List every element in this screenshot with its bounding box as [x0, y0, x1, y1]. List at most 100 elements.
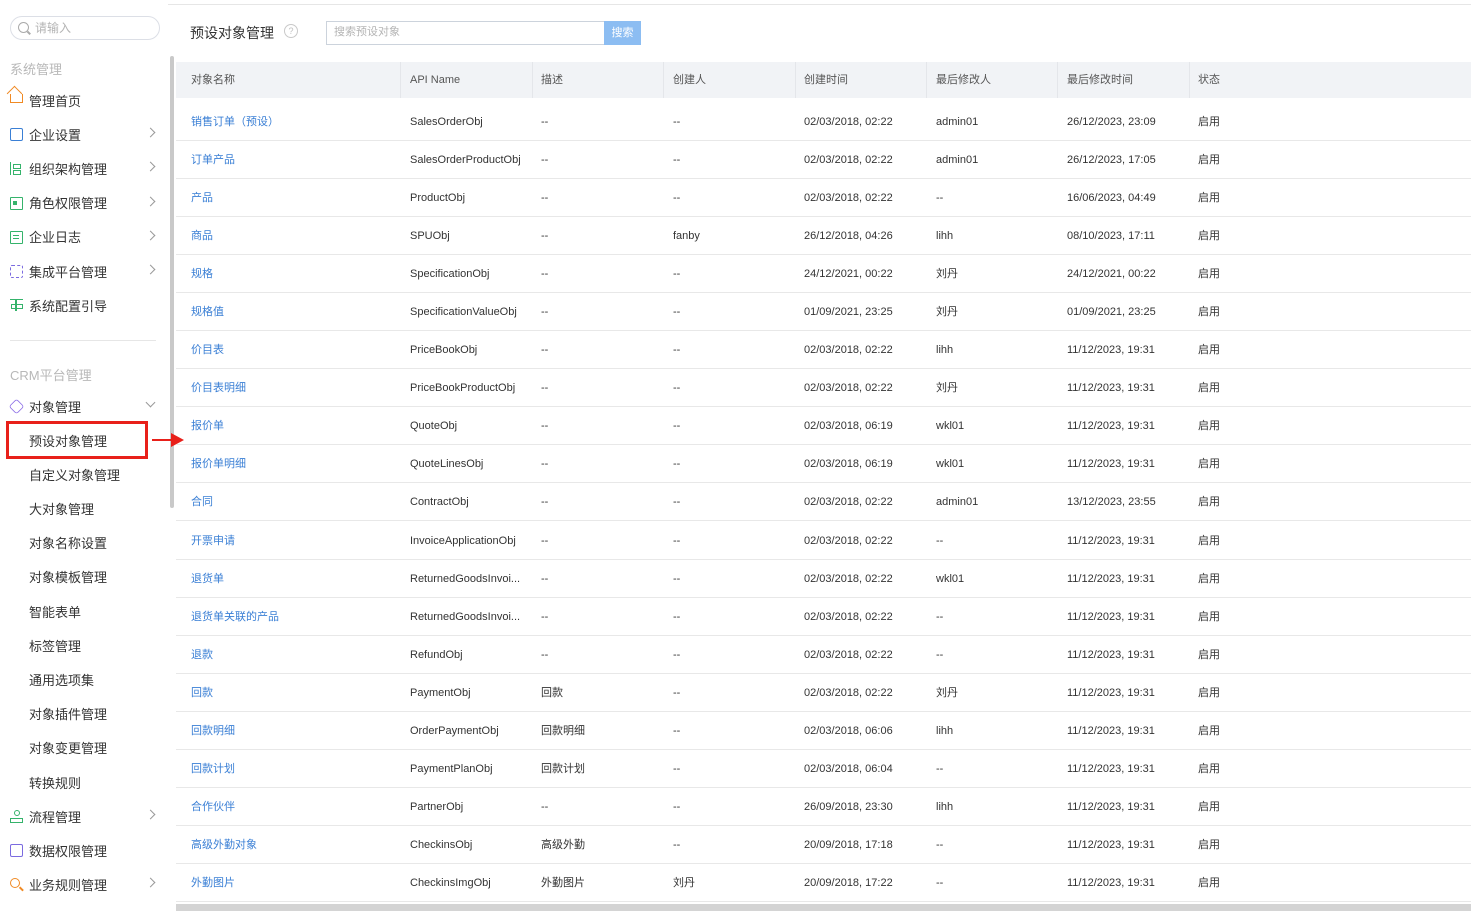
table-cell: 11/12/2023, 19:31 — [1067, 458, 1155, 470]
table-row[interactable]: 回款明细 OrderPaymentObj 回款明细 -- 02/03/2018, 06:… — [176, 712, 1471, 750]
object-name-link[interactable]: 合作伙伴 — [191, 788, 235, 826]
sidebar-subitem[interactable]: 通用选项集 — [0, 666, 168, 692]
table-cell: -- — [673, 344, 681, 356]
table-cell: 02/03/2018, 02:22 — [804, 649, 893, 661]
sidebar-subitem[interactable]: 大对象管理 — [0, 495, 168, 521]
sidebar-search-input[interactable] — [35, 20, 155, 36]
sidebar-item[interactable]: 管理首页 — [0, 87, 168, 113]
table-row[interactable]: 订单产品 SalesOrderProductObj -- -- 02/03/2018, … — [176, 141, 1471, 179]
column-header[interactable]: 创建人 — [664, 62, 796, 98]
table-cell: 启用 — [1198, 839, 1220, 851]
sidebar-search[interactable] — [10, 16, 160, 40]
table-row[interactable]: 退货单 ReturnedGoodsInvoi... -- -- 02/03/2018, … — [176, 560, 1471, 598]
table-row[interactable]: 回款计划 PaymentPlanObj 回款计划 -- 02/03/2018, 06:0… — [176, 750, 1471, 788]
sidebar-subitem[interactable]: 对象名称设置 — [0, 530, 168, 556]
sidebar-subitem[interactable]: 智能表单 — [0, 598, 168, 624]
object-name-link[interactable]: 产品 — [191, 179, 213, 217]
table-row[interactable]: 报价单明细 QuoteLinesObj -- -- 02/03/2018, 06:19 w… — [176, 445, 1471, 483]
sidebar-item[interactable]: 企业日志 — [0, 224, 168, 250]
object-name-link[interactable]: 退货单 — [191, 560, 224, 598]
horizontal-scrollbar[interactable] — [176, 904, 1471, 911]
table-cell: 启用 — [1198, 763, 1220, 775]
table-row[interactable]: 报价单 QuoteObj -- -- 02/03/2018, 06:19 wkl01 11/… — [176, 407, 1471, 445]
object-name-link[interactable]: 退款 — [191, 636, 213, 674]
object-name-link[interactable]: 规格 — [191, 255, 213, 293]
table-row[interactable]: 回款 PaymentObj 回款 -- 02/03/2018, 02:22 刘丹 11/12… — [176, 674, 1471, 712]
object-name-link[interactable]: 高级外勤对象 — [191, 826, 257, 864]
table-row[interactable]: 规格 SpecificationObj -- -- 24/12/2021, 00:22 刘… — [176, 255, 1471, 293]
chevron-right-icon — [145, 230, 156, 241]
table-cell: 刘丹 — [673, 877, 695, 889]
table-cell: 11/12/2023, 19:31 — [1067, 573, 1155, 585]
sidebar-item[interactable]: 角色权限管理 — [0, 190, 168, 216]
table-row[interactable]: 合作伙伴 PartnerObj -- -- 26/09/2018, 23:30 lihh 1… — [176, 788, 1471, 826]
org-tree-icon — [10, 162, 23, 176]
table-row[interactable]: 产品 ProductObj -- -- 02/03/2018, 02:22 -- 16/06… — [176, 179, 1471, 217]
object-name-link[interactable]: 商品 — [191, 217, 213, 255]
sidebar-item-object-management[interactable]: 对象管理 — [0, 393, 168, 419]
table-cell: 刘丹 — [936, 382, 958, 394]
chevron-down-icon — [145, 397, 156, 408]
table-row[interactable]: 合同 ContractObj -- -- 02/03/2018, 02:22 admin0… — [176, 483, 1471, 521]
object-name-link[interactable]: 报价单 — [191, 407, 224, 445]
sidebar-item[interactable]: 系统配置引导 — [0, 292, 168, 318]
column-header[interactable]: 状态 — [1190, 62, 1236, 98]
table-cell: 11/12/2023, 19:31 — [1067, 611, 1155, 623]
sidebar-item[interactable]: 流程管理 — [0, 803, 168, 829]
help-icon[interactable]: ? — [284, 24, 298, 38]
table-cell: -- — [673, 573, 681, 585]
sidebar-subitem[interactable]: 对象插件管理 — [0, 701, 168, 727]
table-cell: -- — [673, 192, 681, 204]
object-search-field[interactable] — [326, 21, 605, 45]
object-name-link[interactable]: 价目表 — [191, 331, 224, 369]
column-header[interactable]: 最后修改时间 — [1058, 62, 1190, 98]
table-cell: lihh — [936, 344, 954, 356]
column-header[interactable]: 最后修改人 — [927, 62, 1058, 98]
object-name-link[interactable]: 开票申请 — [191, 522, 235, 560]
sidebar-item[interactable]: 企业设置 — [0, 121, 168, 147]
object-name-link[interactable]: 合同 — [191, 483, 213, 521]
table-row[interactable]: 高级外勤对象 CheckinsObj 高级外勤 -- 20/09/2018, 17:18… — [176, 826, 1471, 864]
sidebar-item[interactable]: 数据权限管理 — [0, 837, 168, 863]
object-name-link[interactable]: 回款 — [191, 674, 213, 712]
table-row[interactable]: 商品 SPUObj -- fanby 26/12/2018, 04:26 lihh 08/1… — [176, 217, 1471, 255]
table-row[interactable]: 规格值 SpecificationValueObj -- -- 01/09/2021, … — [176, 293, 1471, 331]
sidebar-item[interactable]: 集成平台管理 — [0, 258, 168, 284]
search-button[interactable]: 搜索 — [604, 21, 641, 45]
object-name-link[interactable]: 销售订单（预设） — [191, 103, 279, 141]
object-name-link[interactable]: 报价单明细 — [191, 445, 246, 483]
column-header[interactable]: 创建时间 — [796, 62, 927, 98]
column-header[interactable]: API Name — [401, 62, 533, 98]
object-name-link[interactable]: 规格值 — [191, 293, 224, 331]
object-name-link[interactable]: 回款明细 — [191, 712, 235, 750]
sidebar-subitem[interactable]: 自定义对象管理 — [0, 461, 168, 487]
sidebar-subitem[interactable]: 对象模板管理 — [0, 564, 168, 590]
object-search-input[interactable] — [334, 26, 594, 38]
object-name-link[interactable]: 价目表明细 — [191, 369, 246, 407]
chevron-right-icon — [145, 127, 156, 138]
sidebar-subitem[interactable]: 标签管理 — [0, 632, 168, 658]
object-name-link[interactable]: 订单产品 — [191, 141, 235, 179]
table-row[interactable]: 销售订单（预设） SalesOrderObj -- -- 02/03/2018, 02:… — [176, 103, 1471, 141]
table-row[interactable]: 外勤图片 CheckinsImgObj 外勤图片 刘丹 20/09/2018, 17:2… — [176, 864, 1471, 902]
sidebar-subitem[interactable]: 对象变更管理 — [0, 735, 168, 761]
table-cell: 11/12/2023, 19:31 — [1067, 344, 1155, 356]
table-row[interactable]: 开票申请 InvoiceApplicationObj -- -- 02/03/2018,… — [176, 522, 1471, 560]
column-header[interactable]: 对象名称 — [176, 62, 401, 98]
table-cell: 启用 — [1198, 154, 1220, 166]
sidebar-item[interactable]: 组织架构管理 — [0, 155, 168, 181]
column-header[interactable]: 描述 — [533, 62, 664, 98]
object-name-link[interactable]: 退货单关联的产品 — [191, 598, 279, 636]
table-cell: 启用 — [1198, 420, 1220, 432]
table-cell: 启用 — [1198, 687, 1220, 699]
table-row[interactable]: 退货单关联的产品 ReturnedGoodsInvoi... -- -- 02/03/2… — [176, 598, 1471, 636]
object-name-link[interactable]: 回款计划 — [191, 750, 235, 788]
data-permission-icon — [10, 844, 23, 858]
table-row[interactable]: 价目表 PriceBookObj -- -- 02/03/2018, 02:22 lihh… — [176, 331, 1471, 369]
table-cell: 启用 — [1198, 230, 1220, 242]
sidebar-item[interactable]: 业务规则管理 — [0, 871, 168, 897]
table-row[interactable]: 价目表明细 PriceBookProductObj -- -- 02/03/2018, … — [176, 369, 1471, 407]
object-name-link[interactable]: 外勤图片 — [191, 864, 235, 902]
sidebar-subitem[interactable]: 转换规则 — [0, 769, 168, 795]
table-row[interactable]: 退款 RefundObj -- -- 02/03/2018, 02:22 -- 11/12/… — [176, 636, 1471, 674]
